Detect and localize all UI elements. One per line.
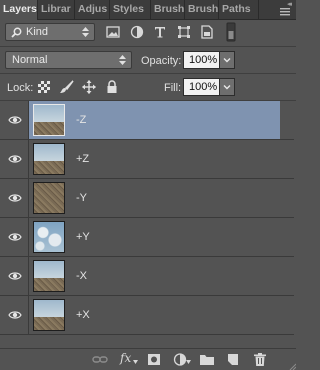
add-mask-icon[interactable] xyxy=(146,352,162,367)
visibility-toggle[interactable] xyxy=(0,179,29,217)
layer-thumbnail xyxy=(33,104,65,136)
search-icon xyxy=(11,27,22,38)
visibility-toggle[interactable] xyxy=(0,257,29,295)
tab-adjustments[interactable]: Adjus xyxy=(75,0,110,19)
lock-row: Lock: Fill: 100% xyxy=(0,74,296,100)
new-group-icon[interactable] xyxy=(199,352,215,367)
chevron-down-icon xyxy=(186,360,191,364)
filter-row: Kind xyxy=(0,20,296,46)
visibility-toggle[interactable] xyxy=(0,218,29,256)
layer-row[interactable]: +Y xyxy=(0,218,294,257)
layer-body[interactable]: +Z xyxy=(29,140,280,178)
tab-brush-presets[interactable]: Brush xyxy=(185,0,219,19)
eye-icon xyxy=(8,155,22,163)
visibility-toggle[interactable] xyxy=(0,296,29,334)
smart-object-filter-icon[interactable] xyxy=(199,24,215,40)
lock-position-icon[interactable] xyxy=(81,79,97,95)
opacity-slider-button[interactable] xyxy=(219,51,235,69)
dropdown-arrows-icon xyxy=(119,55,126,65)
tab-layers[interactable]: Layers xyxy=(0,0,38,20)
panel-menu-icon[interactable] xyxy=(278,6,292,20)
layer-row[interactable]: -Z xyxy=(0,101,294,140)
layers-list: -Z +Z -Y +Y -X +X xyxy=(0,101,294,348)
fill-input[interactable]: 100% xyxy=(183,78,220,96)
visibility-toggle[interactable] xyxy=(0,140,29,178)
eye-icon xyxy=(8,272,22,280)
chevron-down-icon xyxy=(223,85,231,90)
tab-paths[interactable]: Paths xyxy=(219,0,259,19)
chevron-down-icon xyxy=(223,58,231,63)
eye-icon xyxy=(8,194,22,202)
layers-bottom-bar: fx xyxy=(0,348,296,370)
opacity-input[interactable]: 100% xyxy=(183,51,220,69)
visibility-toggle[interactable] xyxy=(0,101,29,139)
lock-transparent-pixels-icon[interactable] xyxy=(37,80,51,94)
opacity-label: Opacity: xyxy=(141,55,182,67)
eye-icon xyxy=(8,233,22,241)
layer-body[interactable]: +Y xyxy=(29,218,280,256)
lock-label: Lock: xyxy=(7,82,34,94)
layer-row[interactable]: -Y xyxy=(0,179,294,218)
filter-kind-dropdown[interactable]: Kind xyxy=(5,23,95,41)
eye-icon xyxy=(8,311,22,319)
link-layers-icon[interactable] xyxy=(92,352,108,367)
layer-body[interactable]: -Y xyxy=(29,179,280,217)
layer-body[interactable]: -Z xyxy=(29,101,280,139)
layer-thumbnail xyxy=(33,143,65,175)
shape-filter-icon[interactable] xyxy=(176,24,192,40)
layer-name: +X xyxy=(76,309,90,321)
tab-brushes[interactable]: Brush xyxy=(151,0,185,19)
filter-toggle-icon[interactable] xyxy=(226,22,236,42)
layer-thumbnail xyxy=(33,299,65,331)
eye-icon xyxy=(8,116,22,124)
blend-mode-value: Normal xyxy=(12,54,48,66)
blend-mode-dropdown[interactable]: Normal xyxy=(5,51,132,69)
type-filter-icon[interactable] xyxy=(152,24,168,40)
blend-row: Normal Opacity: 100% xyxy=(0,47,296,73)
dropdown-arrows-icon xyxy=(82,27,89,37)
tab-styles[interactable]: Styles xyxy=(110,0,151,19)
layer-name: +Y xyxy=(76,231,90,243)
layer-thumbnail xyxy=(33,260,65,292)
layer-body[interactable]: -X xyxy=(29,257,280,295)
layer-row[interactable]: +X xyxy=(0,296,294,335)
panel-tab-bar: Layers Librar Adjus Styles Brush Brush P… xyxy=(0,0,296,20)
layer-row[interactable]: +Z xyxy=(0,140,294,179)
new-layer-icon[interactable] xyxy=(225,352,241,367)
fill-label: Fill: xyxy=(164,82,182,94)
add-layer-style-icon[interactable]: fx xyxy=(120,351,131,365)
layer-name: -X xyxy=(76,270,87,282)
layer-name: -Z xyxy=(76,114,87,126)
tab-libraries[interactable]: Librar xyxy=(38,0,75,19)
layer-row[interactable]: -X xyxy=(0,257,294,296)
layer-name: +Z xyxy=(76,153,90,165)
fill-slider-button[interactable] xyxy=(219,78,235,96)
delete-layer-icon[interactable] xyxy=(252,352,268,367)
adjustment-filter-icon[interactable] xyxy=(129,24,145,40)
layer-thumbnail xyxy=(33,182,65,214)
filter-kind-label: Kind xyxy=(26,26,49,38)
layer-body[interactable]: +X xyxy=(29,296,280,334)
layer-name: -Y xyxy=(76,192,87,204)
layer-thumbnail xyxy=(33,221,65,253)
lock-all-icon[interactable] xyxy=(104,79,120,95)
lock-image-pixels-icon[interactable] xyxy=(59,79,75,95)
image-filter-icon[interactable] xyxy=(105,24,121,40)
chevron-down-icon xyxy=(133,360,138,364)
